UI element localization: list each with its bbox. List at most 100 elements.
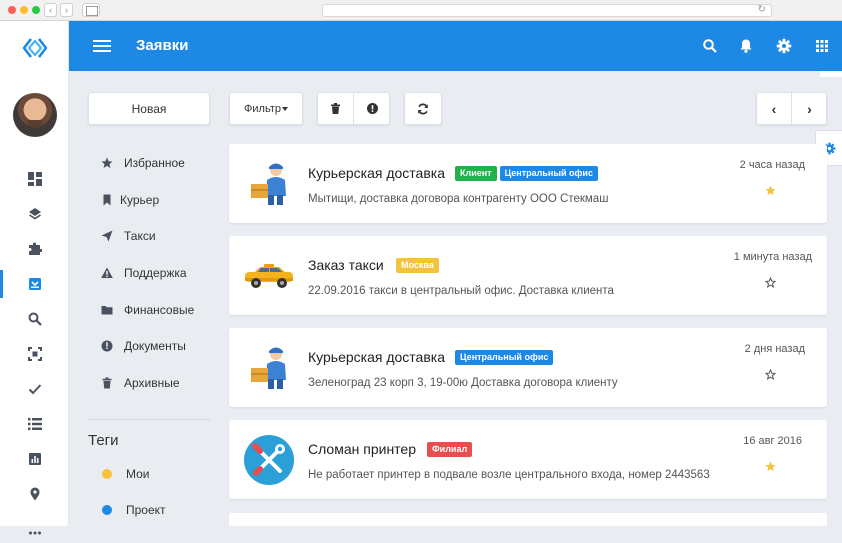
bookmark-icon: [103, 194, 111, 206]
folder-label: Избранное: [124, 156, 185, 170]
rail-extensions[interactable]: [0, 235, 69, 263]
icon-rail: [0, 21, 69, 535]
status-badge[interactable]: Центральный офис: [499, 166, 598, 181]
request-title: Заказ такси: [308, 257, 384, 273]
folder-label: Документы: [124, 339, 186, 353]
star-icon: [101, 157, 113, 168]
star-filled-icon[interactable]: [765, 461, 776, 472]
bar-chart-icon: [28, 453, 41, 465]
request-card[interactable]: Заказ такси Москва 22.09.2016 такси в це…: [229, 236, 827, 315]
request-description: 22.09.2016 такси в центральный офис. Дос…: [308, 285, 614, 297]
request-title: Сломан принтер: [308, 441, 417, 457]
tag-project[interactable]: Проект: [102, 500, 166, 520]
menu-icon[interactable]: [93, 40, 111, 52]
notifications-bell-icon[interactable]: [738, 38, 754, 54]
status-badge[interactable]: Клиент: [455, 166, 497, 181]
courier-icon: [251, 163, 286, 205]
reload-icon[interactable]: ↻: [758, 4, 766, 15]
folder-documents[interactable]: Документы: [101, 336, 186, 356]
puzzle-icon: [28, 242, 42, 255]
report-button[interactable]: [354, 93, 390, 124]
star-outline-icon[interactable]: [765, 277, 776, 288]
caret-down-icon: [281, 106, 288, 111]
request-card[interactable]: Сломан принтер Филиал Не работает принте…: [229, 420, 827, 499]
rail-layers[interactable]: [0, 200, 69, 228]
settings-gear-icon[interactable]: [776, 38, 792, 54]
rail-requests[interactable]: [0, 270, 69, 298]
delete-button[interactable]: [318, 93, 354, 124]
request-card-partial[interactable]: [229, 513, 827, 526]
rail-dashboard[interactable]: [0, 165, 69, 193]
minimize-window-button[interactable]: [20, 6, 28, 14]
user-avatar[interactable]: [13, 93, 57, 137]
taxi-icon: [245, 264, 293, 288]
badge-group: Филиал: [427, 442, 473, 457]
folder-label: Поддержка: [124, 266, 187, 280]
badge-group: Центральный офис: [455, 350, 554, 365]
folder-icon: [101, 306, 113, 315]
folder-archive[interactable]: Архивные: [101, 373, 180, 393]
tag-label: Проект: [126, 503, 166, 517]
request-card[interactable]: Курьерская доставка Центральный офис Зел…: [229, 328, 827, 407]
courier-icon: [251, 347, 286, 389]
tags-title: Теги: [88, 432, 119, 449]
star-outline-icon[interactable]: [765, 369, 776, 380]
rail-map[interactable]: [0, 480, 69, 508]
tag-mine[interactable]: Мои: [102, 464, 150, 484]
prev-page-button[interactable]: ‹: [757, 93, 792, 124]
request-card[interactable]: Курьерская доставка Клиент Центральный о…: [229, 144, 827, 223]
folder-taxi[interactable]: Такси: [101, 226, 156, 246]
info-icon: [101, 340, 113, 352]
refresh-button[interactable]: [404, 92, 442, 125]
trash-icon: [331, 103, 340, 114]
request-time: 2 дня назад: [744, 343, 805, 355]
alert-circle-icon: [366, 103, 378, 114]
address-bar[interactable]: ↻: [322, 4, 772, 17]
browser-sidebar-button[interactable]: [82, 3, 100, 17]
rail-more[interactable]: [0, 515, 69, 543]
warning-icon: [101, 267, 113, 278]
frame-icon: [27, 347, 42, 361]
maximize-window-button[interactable]: [32, 6, 40, 14]
status-badge[interactable]: Филиал: [427, 442, 473, 457]
folder-label: Такси: [124, 229, 156, 243]
status-badge[interactable]: Центральный офис: [455, 350, 554, 365]
header-edge: [820, 71, 842, 77]
apps-grid-icon[interactable]: [814, 38, 830, 54]
tag-color-dot: [102, 469, 112, 479]
rail-done[interactable]: [0, 375, 69, 403]
folder-favorites[interactable]: Избранное: [101, 153, 185, 173]
request-title: Курьерская доставка: [308, 349, 445, 365]
header-search-icon[interactable]: [702, 38, 718, 54]
rail-crop[interactable]: [0, 340, 69, 368]
request-time: 16 авг 2016: [743, 435, 802, 447]
chevron-left-icon: ‹: [771, 100, 777, 117]
rail-reports[interactable]: [0, 445, 69, 473]
action-button-group: [317, 92, 390, 125]
map-pin-icon: [30, 487, 39, 501]
browser-chrome: ‹ › ↻: [0, 0, 842, 21]
rail-search[interactable]: [0, 305, 69, 333]
badge-group: Клиент Центральный офис: [455, 166, 598, 181]
app-logo-icon[interactable]: [22, 35, 48, 61]
request-title: Курьерская доставка: [308, 165, 445, 181]
top-header: Заявки: [69, 21, 842, 71]
rail-list[interactable]: [0, 410, 69, 438]
folder-finance[interactable]: Финансовые: [101, 300, 194, 320]
status-badge[interactable]: Москва: [396, 258, 439, 273]
list-icon: [27, 418, 42, 430]
folder-courier[interactable]: Курьер: [101, 190, 159, 210]
request-time: 1 минута назад: [733, 251, 812, 263]
tools-icon: [244, 435, 294, 485]
filter-dropdown-button[interactable]: Фильтр: [229, 92, 303, 125]
new-request-button[interactable]: Новая: [88, 92, 210, 125]
dashboard-icon: [27, 172, 42, 186]
next-page-button[interactable]: ›: [792, 93, 827, 124]
star-filled-icon[interactable]: [765, 185, 776, 196]
close-window-button[interactable]: [8, 6, 16, 14]
trash-icon: [102, 377, 112, 389]
folder-support[interactable]: Поддержка: [101, 263, 187, 283]
request-description: Не работает принтер в подвале возле цент…: [308, 469, 710, 481]
browser-forward-button[interactable]: ›: [60, 3, 73, 17]
browser-back-button[interactable]: ‹: [44, 3, 57, 17]
